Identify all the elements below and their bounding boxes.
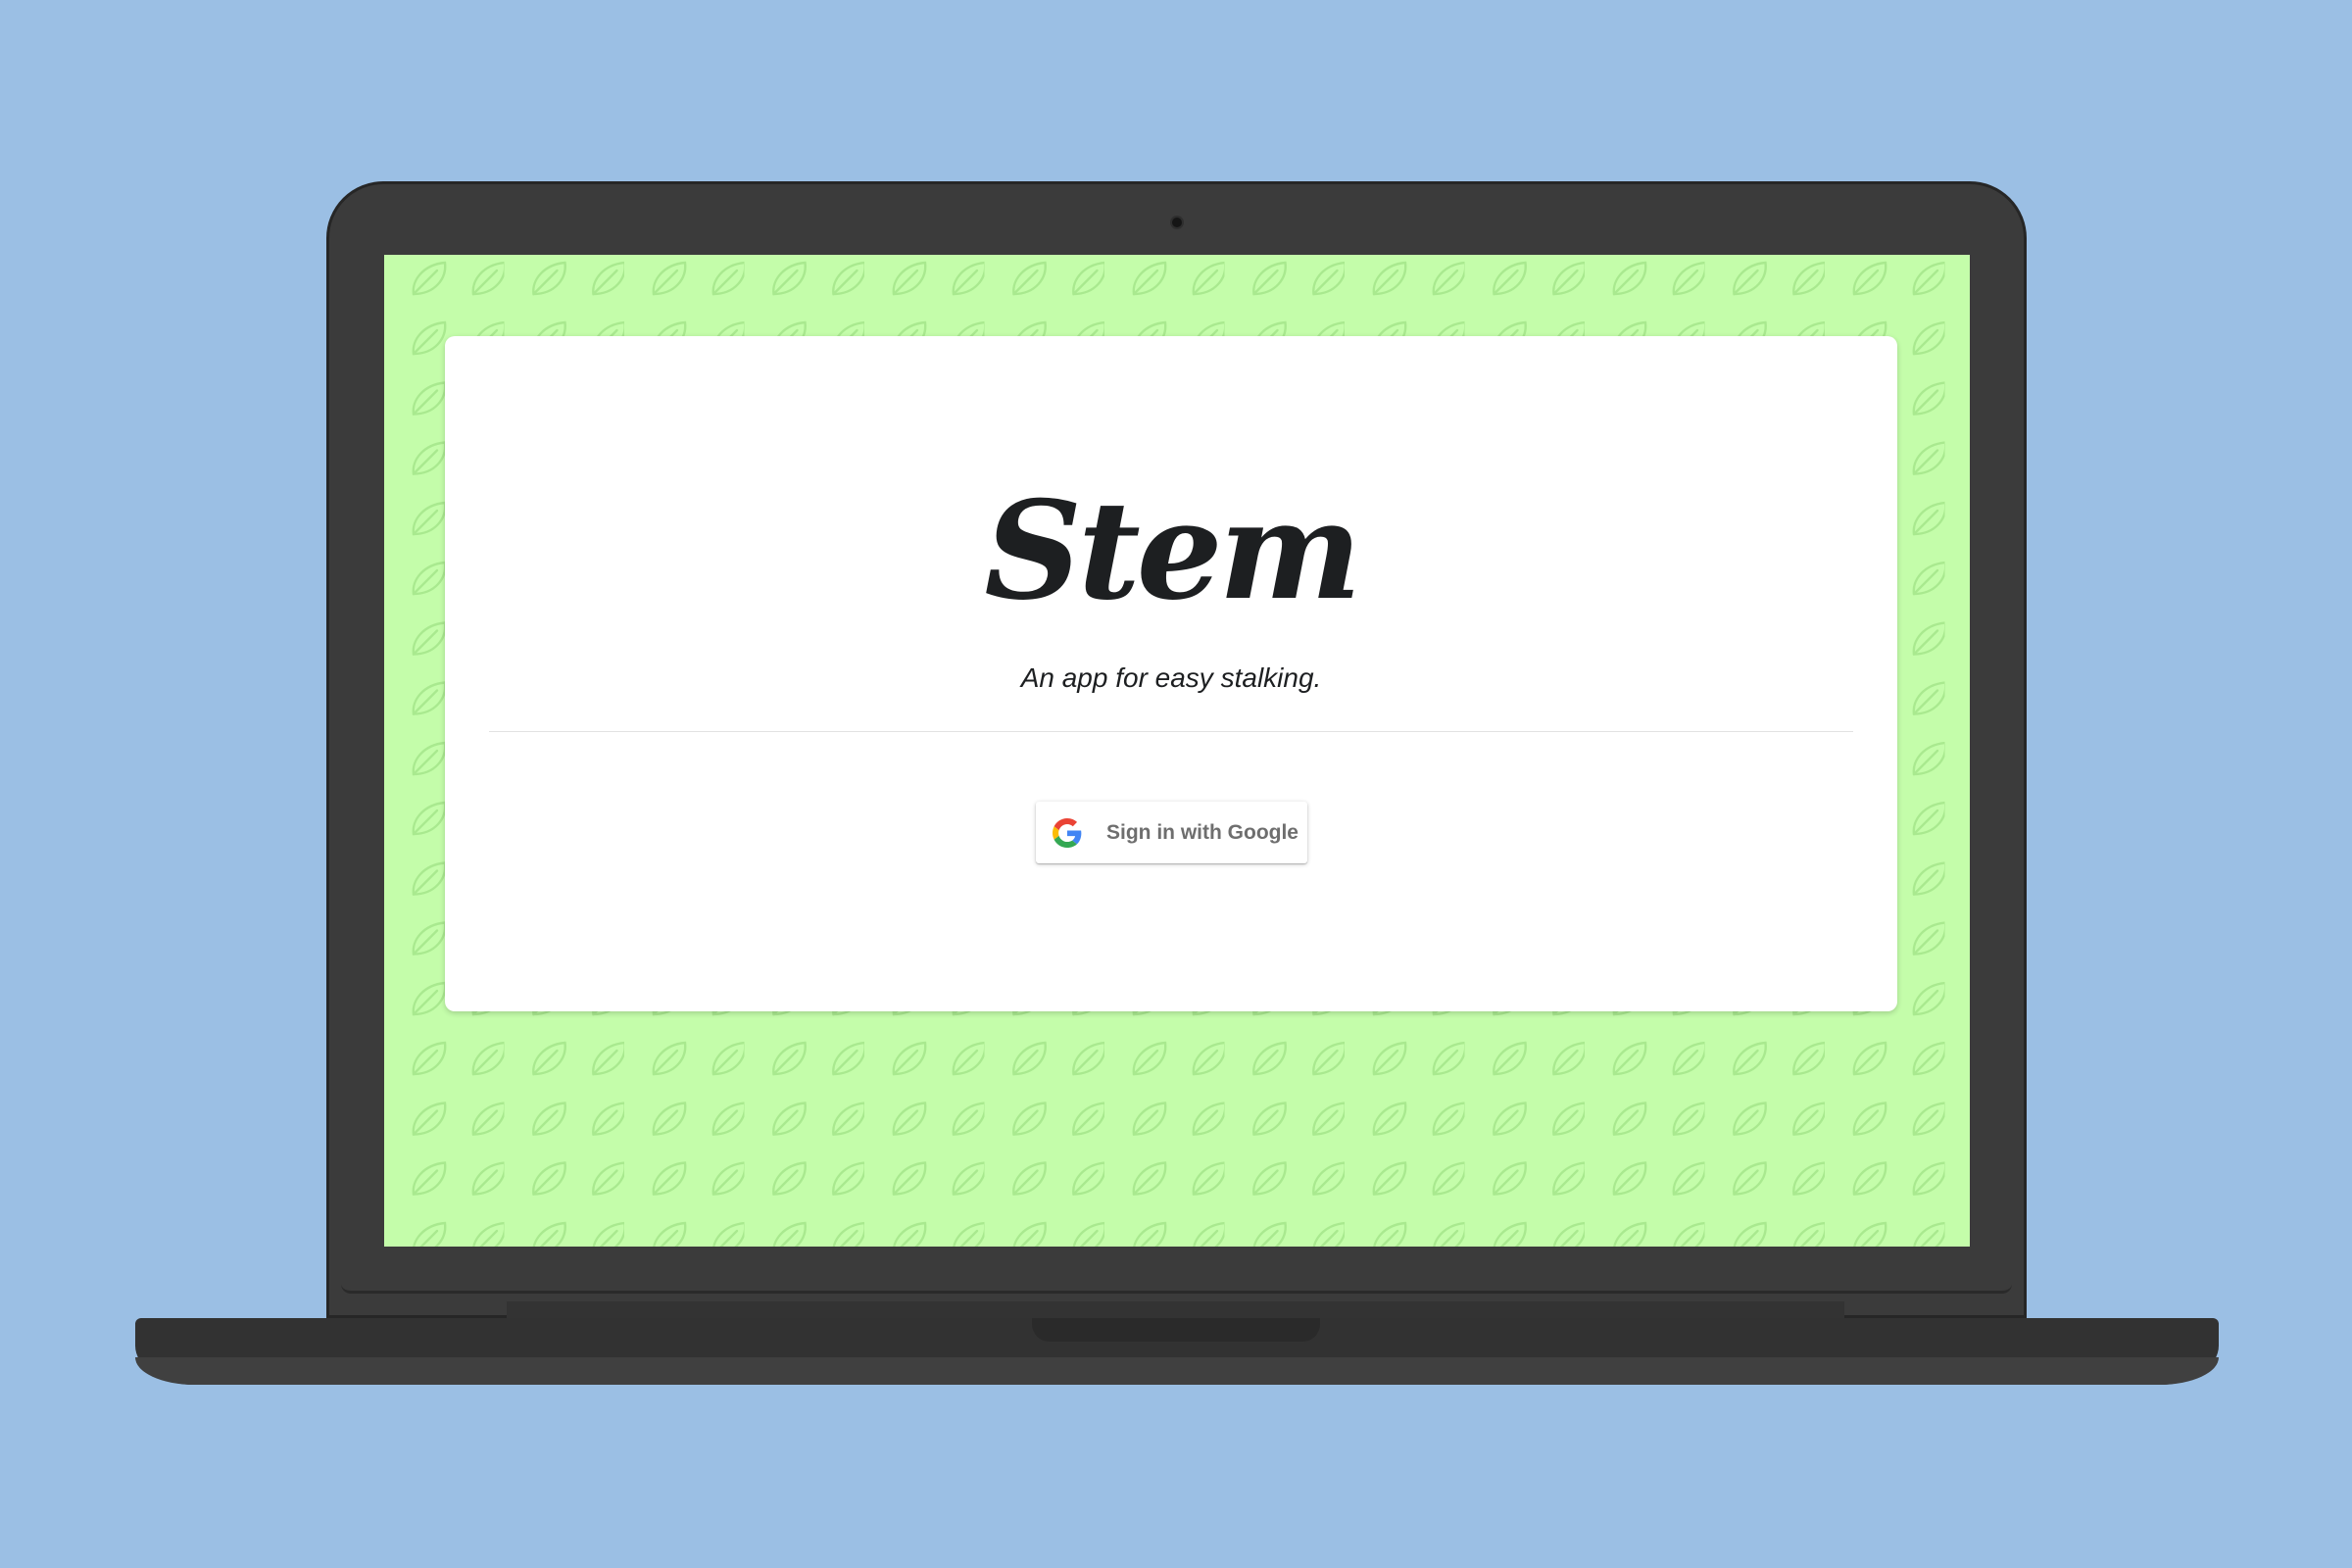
laptop-screen: Stem An app for easy stalking. Sign in w… xyxy=(384,255,1970,1247)
google-signin-label: Sign in with Google xyxy=(1106,820,1298,844)
google-g-icon xyxy=(1053,817,1082,848)
app-logo-title: Stem xyxy=(984,470,1361,630)
laptop-opening-notch xyxy=(1032,1318,1320,1342)
app-tagline: An app for easy stalking. xyxy=(1020,662,1322,693)
laptop-base-lower xyxy=(135,1357,2219,1385)
lid-bezel-edge xyxy=(341,1277,2012,1294)
login-card: Stem An app for easy stalking. Sign in w… xyxy=(445,336,1897,1011)
laptop-mockup-scene: Stem An app for easy stalking. Sign in w… xyxy=(0,0,2352,1568)
google-signin-button[interactable]: Sign in with Google xyxy=(1036,802,1307,863)
card-divider xyxy=(489,731,1853,732)
laptop-hinge xyxy=(507,1301,1844,1318)
webcam-icon xyxy=(1170,216,1184,229)
